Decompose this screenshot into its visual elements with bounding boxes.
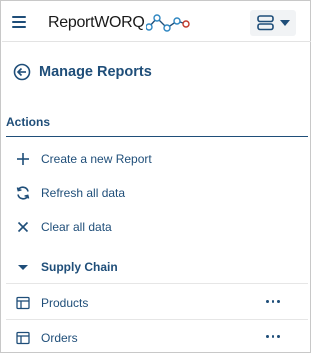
chevron-down-icon [280, 20, 290, 26]
refresh-icon [16, 186, 30, 200]
server-menu-button[interactable] [250, 10, 296, 36]
section-divider [6, 136, 308, 137]
group-label: Supply Chain [41, 260, 118, 274]
action-label: Clear all data [41, 220, 112, 234]
refresh-data-action[interactable]: Refresh all data [6, 179, 308, 207]
actions-section-label: Actions [6, 115, 51, 129]
page-header: Manage Reports [13, 61, 152, 83]
action-label: Refresh all data [41, 186, 126, 200]
report-item-products[interactable]: Products [6, 289, 308, 317]
ellipsis-icon[interactable] [266, 300, 281, 304]
logo-graph-icon [145, 14, 190, 32]
logo-text: ReportWORQ [48, 14, 145, 31]
plus-icon [17, 153, 29, 165]
app-panel: ReportWORQ Manage Reports Actions Create… [0, 0, 311, 353]
row-divider [6, 283, 308, 284]
create-report-action[interactable]: Create a new Report [6, 145, 308, 173]
clear-data-action[interactable]: Clear all data [6, 213, 308, 241]
action-label: Create a new Report [41, 152, 152, 166]
report-label: Orders [41, 331, 78, 345]
ellipsis-icon[interactable] [266, 335, 281, 339]
report-label: Products [41, 296, 89, 310]
table-icon [16, 296, 30, 310]
page-title: Manage Reports [39, 64, 152, 80]
caret-down-icon [18, 265, 28, 270]
server-icon [257, 15, 274, 31]
top-bar: ReportWORQ [2, 2, 311, 42]
x-icon [17, 221, 29, 233]
hamburger-icon[interactable] [12, 16, 26, 29]
app-logo: ReportWORQ [48, 12, 190, 34]
back-arrow-icon[interactable] [13, 63, 31, 81]
report-item-orders[interactable]: Orders [6, 324, 308, 352]
table-icon [16, 331, 30, 345]
group-header-supply-chain[interactable]: Supply Chain [6, 253, 308, 281]
row-divider [6, 319, 308, 320]
